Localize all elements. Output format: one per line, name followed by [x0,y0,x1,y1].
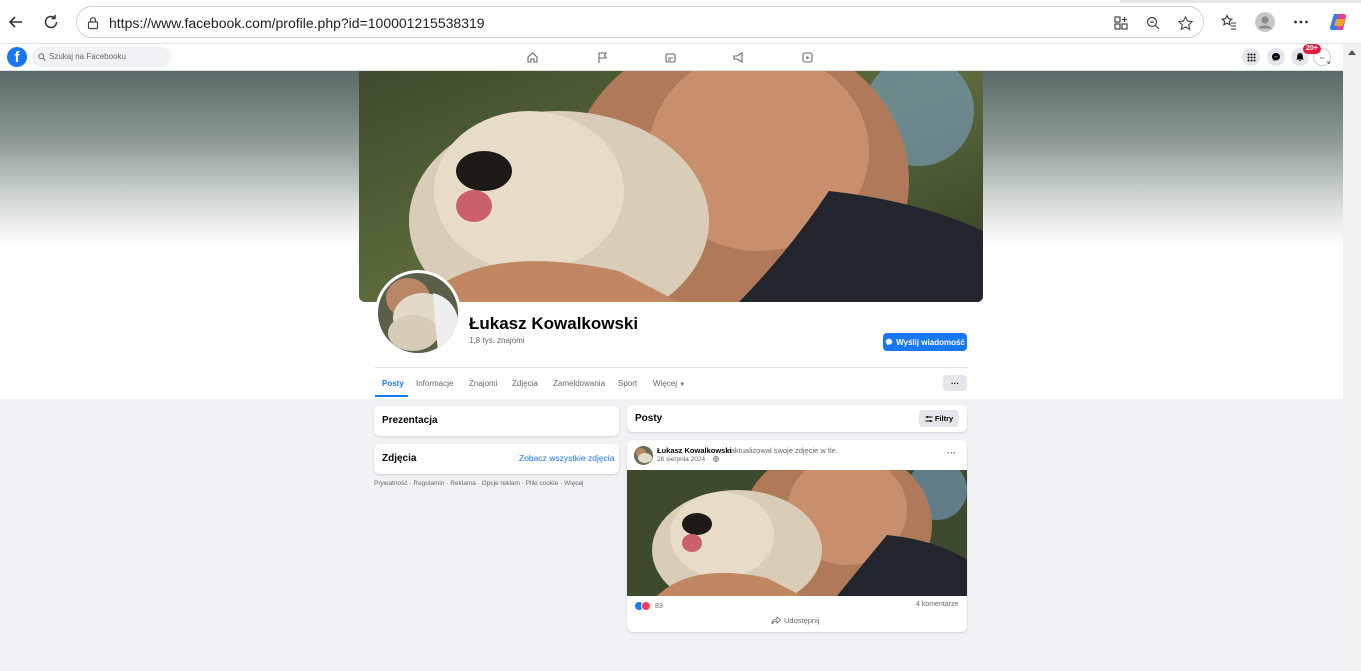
cover-photo[interactable] [359,71,983,302]
footer-links[interactable]: Prywatność · Regulamin · Reklama · Opcje… [374,480,584,487]
tab-friends[interactable]: Znajomi [469,379,497,388]
tab-photos[interactable]: Zdjęcia [512,379,538,388]
refresh-icon [44,15,58,29]
search-icon [38,53,46,61]
home-icon[interactable] [524,49,540,65]
friends-count[interactable]: 1,8 tys. znajomi [469,336,525,345]
tab-more[interactable]: Więcej ▼ [653,379,685,388]
comments-count[interactable]: 4 komentarze [916,601,958,608]
posts-header-card: Posty [627,405,967,432]
profile-avatar-icon[interactable] [1251,8,1279,36]
url-text: https://www.facebook.com/profile.php?id=… [109,15,485,31]
caret-down-icon: ▼ [679,382,686,388]
favorite-star-icon[interactable] [1175,13,1195,33]
see-all-photos-link[interactable]: Zobacz wszystkie zdjęcia [519,453,614,463]
scroll-up-arrow-icon [1348,50,1356,55]
post-action-text: zaktualizował swoje zdjęcie w tle. [727,446,838,455]
profile-avatar[interactable] [375,270,461,356]
marketplace-icon[interactable] [662,49,678,65]
send-message-label: Wyślij wiadomość [896,337,965,347]
account-chevron-icon[interactable]: ˅ [1327,61,1331,67]
filter-sliders-icon [925,415,933,422]
share-button[interactable]: Udostępnij [771,616,819,625]
address-bar[interactable]: https://www.facebook.com/profile.php?id=… [76,6,1204,38]
post-author-name[interactable]: Łukasz Kowalkowski [657,446,732,455]
header-divider [375,367,967,368]
love-reaction-icon [641,601,651,611]
photos-title: Zdjęcia [382,453,417,464]
filters-label: Filtry [934,414,954,423]
tab-sport[interactable]: Sport [618,379,637,388]
messenger-icon [885,338,893,346]
search-placeholder: Szukaj na Facebooku [49,52,126,61]
facebook-logo-icon[interactable]: f [7,47,27,67]
pages-flag-icon[interactable] [594,49,610,65]
profile-name: Łukasz Kowalkowski [469,314,639,333]
notification-badge: 20+ [1303,44,1321,54]
send-message-button[interactable]: Wyślij wiadomość [883,333,967,351]
intro-title: Prezentacja [382,415,438,426]
share-arrow-icon [771,616,781,625]
back-arrow-icon [8,16,22,28]
post-image[interactable] [627,470,967,596]
share-label: Udostępnij [784,616,820,625]
facebook-header: f Szukaj na Facebooku ••• ˅ [0,44,1343,71]
intro-card: Prezentacja [374,406,619,436]
tab-about[interactable]: Informacje [416,379,453,388]
more-options-icon[interactable] [1287,8,1315,36]
favorites-icon[interactable] [1215,8,1243,36]
copilot-icon[interactable] [1325,8,1353,36]
reaction-count: 83 [655,602,663,610]
facebook-search-input[interactable]: Szukaj na Facebooku [32,47,171,67]
tab-check-ins[interactable]: Zameldowania [553,379,605,388]
browser-toolbar: https://www.facebook.com/profile.php?id=… [0,0,1361,44]
tab-strip-edge [1120,0,1361,3]
filters-button[interactable]: Filtry [919,410,959,427]
tab-more-label: Więcej [653,379,678,388]
back-button[interactable] [2,8,30,36]
post-date-text: 26 sierpnia 2024 · [657,456,710,463]
menu-grid-icon[interactable] [1242,48,1260,66]
post-menu-button[interactable]: ··· [947,448,956,458]
active-tab-indicator [375,395,408,397]
post-date[interactable]: 26 sierpnia 2024 · [657,456,719,463]
tab-posts[interactable]: Posty [382,379,404,388]
video-icon[interactable] [799,49,815,65]
refresh-button[interactable] [37,8,65,36]
profile-more-options-button[interactable]: ··· [943,375,967,391]
lock-icon[interactable] [83,13,103,33]
ellipsis-icon: ··· [951,378,959,388]
posts-title: Posty [635,413,663,424]
post-reactions[interactable]: 83 [634,601,663,611]
page-scrollbar[interactable] [1343,44,1361,671]
globe-icon [713,456,719,463]
photos-card: Zdjęcia Zobacz wszystkie zdjęcia [374,444,619,474]
zoom-icon[interactable] [1143,13,1163,33]
post-author-avatar[interactable] [634,446,653,465]
app-available-icon[interactable] [1111,13,1131,33]
account-logo-icon: ••• [1319,55,1325,60]
messenger-icon[interactable] [1267,48,1285,66]
ads-megaphone-icon[interactable] [730,49,746,65]
